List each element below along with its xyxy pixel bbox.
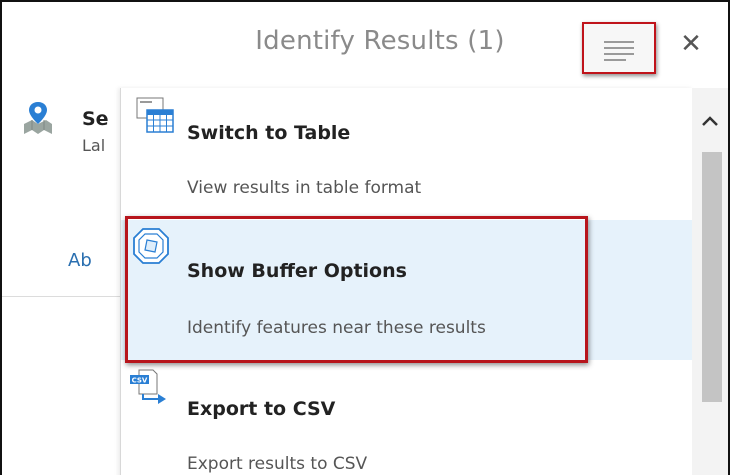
- scroll-up-arrow-icon[interactable]: [692, 108, 728, 134]
- chevron-up-icon: [702, 116, 718, 126]
- scrollbar-thumb[interactable]: [702, 152, 722, 402]
- csv-export-icon: CSV: [130, 369, 166, 404]
- close-button[interactable]: ✕: [679, 24, 703, 64]
- panel-header: Identify Results (1) ✕: [2, 2, 728, 88]
- menu-item-export-to-csv[interactable]: CSV Export to CSV Export results to CSV: [121, 364, 693, 475]
- menu-line: [604, 47, 634, 49]
- identify-results-panel: Identify Results (1) ✕ Se Lal Ab Switch …: [0, 0, 730, 475]
- divider: [2, 296, 122, 297]
- options-dropdown-menu: Switch to Table View results in table fo…: [120, 88, 693, 475]
- result-title: Se: [82, 108, 109, 130]
- result-subtitle: Lal: [82, 136, 106, 155]
- svg-text:CSV: CSV: [132, 377, 148, 385]
- buffer-icon: [133, 228, 169, 264]
- map-pin-icon: [24, 102, 52, 134]
- close-icon: ✕: [680, 29, 702, 59]
- menu-line: [604, 41, 634, 43]
- menu-item-title: Show Buffer Options: [187, 260, 407, 282]
- hamburger-menu-button[interactable]: [582, 22, 656, 74]
- scrollbar[interactable]: [692, 88, 728, 475]
- menu-item-description: Identify features near these results: [187, 318, 486, 338]
- result-link[interactable]: Ab: [68, 250, 92, 271]
- menu-item-show-buffer-options[interactable]: Show Buffer Options Identify features ne…: [121, 220, 693, 360]
- menu-item-title: Export to CSV: [187, 398, 336, 420]
- menu-line: [604, 59, 626, 61]
- menu-item-description: View results in table format: [187, 178, 422, 198]
- menu-item-description: Export results to CSV: [187, 454, 368, 474]
- menu-item-switch-to-table[interactable]: Switch to Table View results in table fo…: [121, 88, 693, 218]
- menu-line: [604, 53, 634, 55]
- table-icon: [136, 97, 174, 133]
- menu-item-title: Switch to Table: [187, 122, 351, 144]
